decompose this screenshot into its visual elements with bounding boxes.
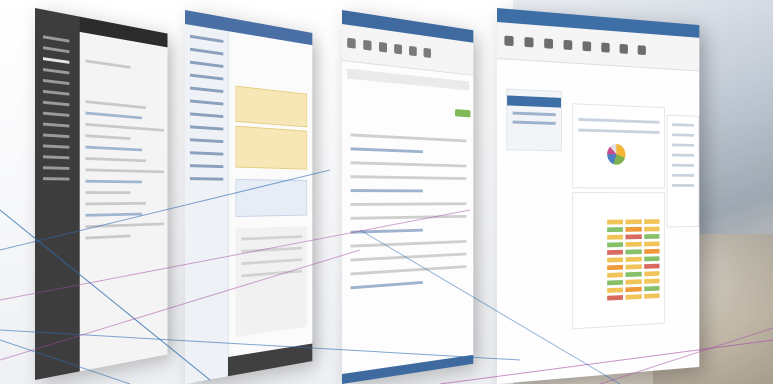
scene: [0, 0, 773, 384]
decorative-lines: [0, 169, 773, 384]
